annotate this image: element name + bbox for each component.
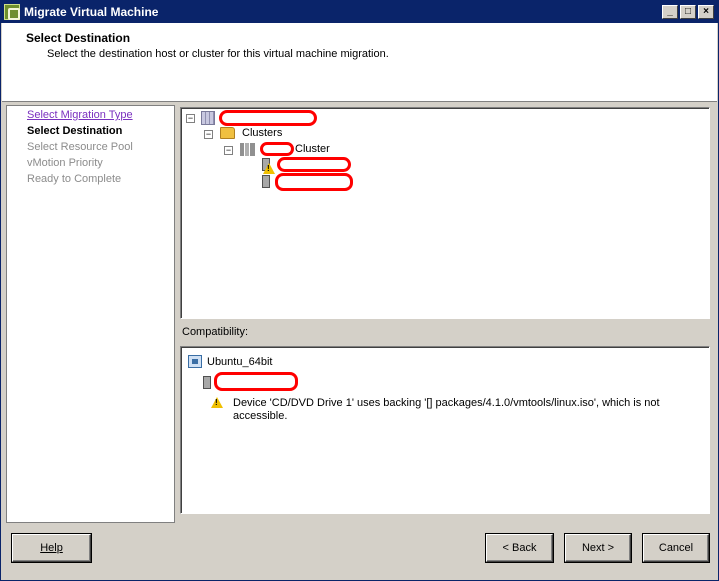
vm-name: Ubuntu_64bit — [207, 356, 273, 368]
page-title: Select Destination — [26, 31, 131, 45]
step-ready-to-complete: Ready to Complete — [27, 173, 122, 185]
vsphere-app-icon — [4, 4, 20, 20]
cluster-icon — [240, 143, 255, 156]
redacted-cluster-prefix — [260, 142, 294, 156]
minimize-button[interactable]: _ — [662, 5, 678, 19]
title-bar: Migrate Virtual Machine _ □ × — [1, 1, 718, 23]
wizard-header: Select Destination Select the destinatio… — [2, 23, 717, 102]
compatibility-label: Compatibility: — [182, 326, 249, 338]
redacted-datacenter-name[interactable] — [219, 110, 317, 126]
help-button[interactable]: Help — [12, 534, 91, 562]
window-title: Migrate Virtual Machine — [24, 5, 159, 19]
tree-item-cluster[interactable]: Cluster — [295, 143, 330, 155]
compatibility-warning-line2: accessible. — [233, 410, 288, 422]
maximize-button[interactable]: □ — [680, 5, 696, 19]
cancel-button[interactable]: Cancel — [643, 534, 709, 562]
back-button[interactable]: < Back — [486, 534, 553, 562]
collapse-cluster-toggle[interactable]: − — [224, 146, 233, 155]
collapse-datacenter-toggle[interactable]: − — [186, 114, 195, 123]
next-button[interactable]: Next > — [565, 534, 631, 562]
step-select-destination: Select Destination — [27, 125, 123, 137]
step-select-migration-type[interactable]: Select Migration Type — [27, 109, 133, 121]
virtual-machine-icon — [188, 355, 202, 368]
wizard-steps-panel: Select Migration Type Select Destination… — [6, 105, 175, 523]
collapse-clusters-toggle[interactable]: − — [204, 130, 213, 139]
host-icon — [203, 376, 211, 389]
warning-icon — [211, 397, 223, 408]
host-icon — [262, 175, 270, 188]
step-select-resource-pool: Select Resource Pool — [27, 141, 133, 153]
compatibility-panel: Ubuntu_64bit Device 'CD/DVD Drive 1' use… — [180, 346, 710, 514]
close-button[interactable]: × — [698, 5, 714, 19]
page-subtitle: Select the destination host or cluster f… — [47, 48, 389, 60]
tree-item-clusters[interactable]: Clusters — [242, 127, 282, 139]
redacted-compat-host — [214, 372, 298, 391]
redacted-host-2[interactable] — [275, 173, 353, 191]
help-button-label: Help — [40, 542, 63, 554]
redacted-host-1[interactable] — [277, 157, 351, 172]
step-vmotion-priority: vMotion Priority — [27, 157, 103, 169]
datacenter-icon — [201, 111, 215, 125]
compatibility-warning-line1: Device 'CD/DVD Drive 1' uses backing '[]… — [233, 397, 660, 409]
warning-icon — [263, 163, 275, 174]
migrate-vm-window: Migrate Virtual Machine _ □ × Select Des… — [0, 0, 719, 581]
folder-icon — [220, 127, 235, 139]
destination-tree[interactable]: − − Clusters − Cluster — [180, 107, 710, 319]
